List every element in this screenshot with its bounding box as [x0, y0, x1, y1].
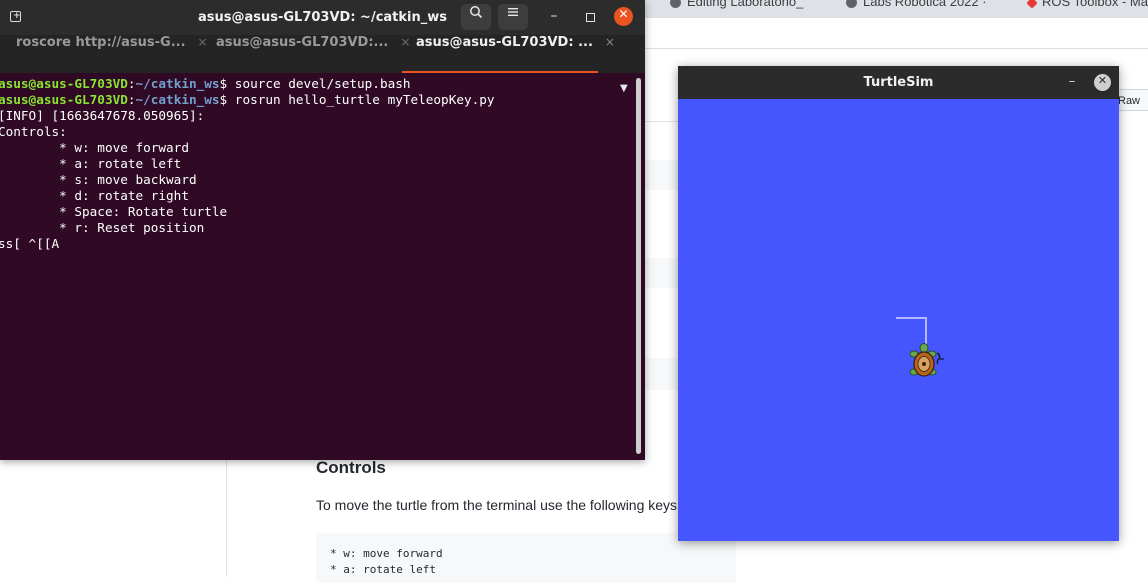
menu-button[interactable]: [498, 4, 528, 30]
controls-heading: Controls: [316, 458, 386, 477]
browser-address-bar[interactable]: [640, 18, 1148, 49]
terminal-output-line: * a: rotate left: [0, 156, 182, 171]
close-icon: ✕: [1097, 74, 1108, 87]
table-row-stripe: [640, 358, 678, 390]
terminal-output-line: * r: Reset position: [0, 220, 205, 235]
terminal-output-line: * s: move backward: [0, 172, 197, 187]
terminal-window: + asus@asus-GL703VD: ~/catkin_ws – ✕ ros…: [0, 0, 645, 460]
terminal-input-line: ss[ ^[[A: [0, 236, 60, 251]
terminal-tab-bar: roscore http://asus-G... × asus@asus-GL70…: [0, 35, 645, 94]
search-button[interactable]: [461, 4, 491, 30]
turtlesim-close-button[interactable]: ✕: [1094, 74, 1111, 91]
close-icon: ✕: [618, 7, 629, 21]
terminal-output-line: Controls:: [0, 124, 67, 139]
turtlesim-minimize-button[interactable]: –: [1064, 73, 1080, 91]
terminal-output-line: * d: rotate right: [0, 188, 189, 203]
code-line: * w: move forward: [330, 547, 443, 560]
minimize-button[interactable]: –: [544, 6, 564, 26]
terminal-output-line: * Space: Rotate turtle: [0, 204, 228, 219]
tab-close-icon[interactable]: ×: [198, 35, 208, 49]
terminal-titlebar[interactable]: + asus@asus-GL703VD: ~/catkin_ws – ✕: [0, 0, 645, 35]
turtlesim-titlebar[interactable]: TurtleSim – ✕: [678, 66, 1119, 99]
code-line: * a: rotate left: [330, 563, 436, 576]
code-block: * w: move forward * a: rotate left: [316, 533, 736, 583]
turtlesim-canvas: [896, 317, 944, 377]
terminal-output[interactable]: asus@asus-GL703VD:~/catkin_ws$ source de…: [0, 73, 634, 460]
tab-close-icon[interactable]: ×: [605, 35, 615, 49]
minimize-icon: –: [550, 8, 558, 24]
hamburger-menu-icon: [508, 8, 518, 16]
maximize-icon: [586, 13, 595, 22]
page-favicon-icon: [846, 0, 857, 9]
table-row-stripe: [640, 258, 678, 288]
search-icon: [470, 6, 483, 19]
tab-close-icon[interactable]: ×: [400, 35, 410, 49]
tab-roscore[interactable]: roscore http://asus-G... ×: [16, 35, 208, 73]
browser-tab-labs[interactable]: Labs Robotica 2022 ·: [846, 0, 987, 12]
maximize-button[interactable]: [580, 7, 600, 27]
terminal-output-line: [INFO] [1663647678.050965]:: [0, 108, 205, 123]
browser-tab-strip: Editing Laboratorio_ Labs Robotica 2022 …: [640, 0, 1148, 18]
browser-tab-ros-toolbox[interactable]: ROS Toolbox - Ma: [1026, 0, 1148, 12]
turtlesim-title: TurtleSim: [863, 75, 934, 90]
terminal-command-line: asus@asus-GL703VD:~/catkin_ws$ source de…: [0, 76, 411, 91]
terminal-scrollbar[interactable]: [636, 78, 641, 454]
tab-asus-active[interactable]: asus@asus-GL703VD: ... ×: [416, 35, 615, 73]
turtle-icon: [909, 343, 944, 377]
turtlesim-window: TurtleSim – ✕: [678, 66, 1119, 541]
tab-asus-2[interactable]: asus@asus-GL703VD:... ×: [216, 35, 410, 73]
browser-tab-editing[interactable]: Editing Laboratorio_: [670, 0, 803, 12]
terminal-output-line: * w: move forward: [0, 140, 189, 155]
mathworks-favicon-icon: [1026, 0, 1038, 9]
close-button[interactable]: ✕: [614, 7, 633, 26]
minimize-icon: –: [1068, 74, 1076, 89]
table-row-stripe: [640, 160, 678, 190]
page-favicon-icon: [670, 0, 681, 9]
file-header-divider: [640, 121, 678, 122]
instructions-text: To move the turtle from the terminal use…: [316, 497, 678, 513]
terminal-command-line: asus@asus-GL703VD:~/catkin_ws$ rosrun he…: [0, 92, 495, 107]
